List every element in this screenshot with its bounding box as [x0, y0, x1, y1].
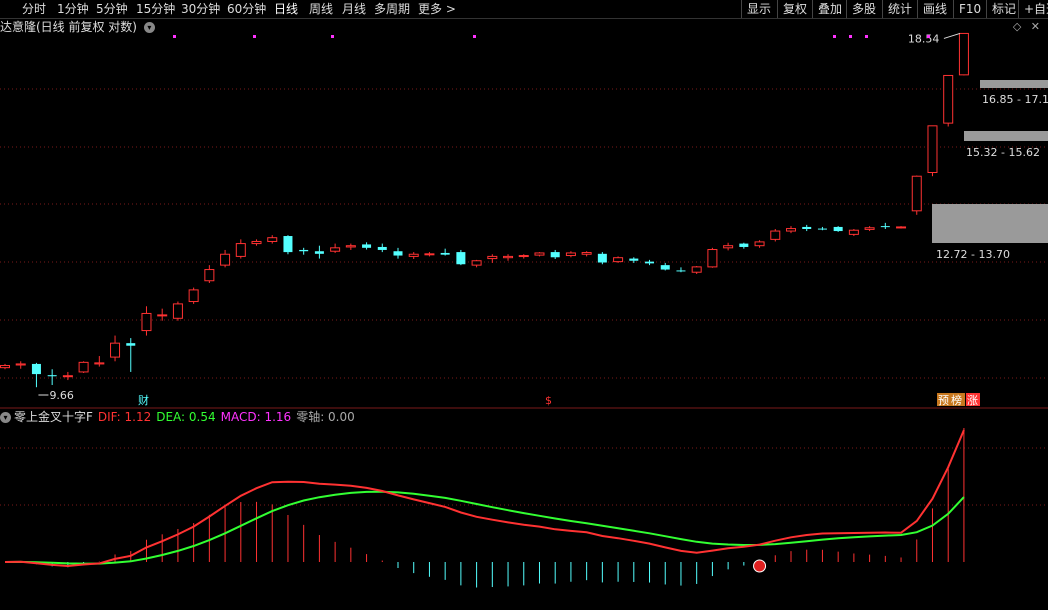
price-zone-2 — [980, 80, 1048, 88]
candle-body-29 — [456, 252, 466, 265]
marker-dollar: $ — [545, 394, 552, 407]
candle-body-32 — [503, 255, 514, 259]
candle-body-23 — [362, 244, 372, 248]
candle-body-0 — [0, 365, 10, 369]
indicator-collapse-icon[interactable]: ▾ — [0, 412, 11, 423]
zero-axis-label: 零轴: 0.00 — [296, 410, 355, 424]
candle-body-27 — [424, 253, 435, 256]
candle-body-57 — [896, 226, 907, 229]
indicator-title: ▾ 零上金叉十字F DIF: 1.12 DEA: 0.54 MACD: 1.16 零轴: … — [0, 409, 355, 425]
candle-body-17 — [267, 237, 278, 242]
candle-body-2 — [31, 363, 41, 375]
marker-bang: 榜 — [951, 393, 962, 407]
candle-body-14 — [220, 253, 231, 266]
candle-body-35 — [550, 252, 560, 258]
candle-body-20 — [314, 251, 324, 254]
candle-body-10 — [157, 314, 168, 317]
dif-label: DIF: 1.12 — [97, 410, 152, 424]
golden-cross-icon — [753, 559, 767, 573]
signal-dot-2 — [331, 35, 334, 38]
candle-body-6 — [94, 362, 105, 365]
candle-body-40 — [629, 258, 639, 261]
candle-body-13 — [204, 269, 215, 282]
candle-body-31 — [487, 255, 498, 260]
candle-body-18 — [283, 236, 293, 253]
price-zone-label-1: 15.32 - 15.62 — [966, 146, 1040, 159]
low-price-label: 9.66 — [49, 389, 74, 402]
candle-body-42 — [660, 265, 670, 270]
signal-dot-0 — [173, 35, 176, 38]
candle-body-54 — [848, 229, 859, 235]
candle-body-9 — [141, 312, 152, 332]
signal-dot-3 — [473, 35, 476, 38]
candle-body-43 — [676, 270, 686, 272]
candle-body-11 — [172, 303, 183, 319]
candle-body-3 — [47, 375, 57, 377]
candle-body-56 — [880, 226, 890, 228]
candle-body-59 — [927, 125, 938, 174]
candle-body-22 — [345, 245, 356, 248]
candle-body-44 — [691, 266, 702, 273]
candle-body-21 — [330, 247, 341, 252]
candle-body-41 — [645, 261, 655, 264]
macd-label: MACD: 1.16 — [220, 410, 292, 424]
candle-body-19 — [299, 249, 309, 252]
marker-yu: 预 — [938, 394, 949, 407]
candle-body-37 — [581, 252, 592, 255]
candle-body-30 — [471, 260, 482, 266]
candle-body-49 — [770, 230, 781, 240]
candle-body-25 — [393, 251, 403, 256]
price-zone-label-2: 16.85 - 17.1 — [982, 93, 1048, 106]
high-price-pointer — [943, 32, 961, 39]
signal-dot-4 — [833, 35, 836, 38]
candle-body-39 — [613, 257, 624, 263]
candle-body-51 — [802, 226, 812, 229]
chart-canvas: 12.72 - 13.70 15.32 - 15.62 16.85 - 17.1 9.… — [0, 32, 1048, 588]
candle-body-15 — [235, 243, 246, 257]
high-price-label: 18.54 — [908, 32, 940, 45]
candle-body-26 — [408, 253, 419, 257]
candle-body-8 — [126, 343, 136, 346]
signal-dot-6 — [865, 35, 868, 38]
candle-body-34 — [534, 252, 545, 256]
candle-body-48 — [754, 241, 765, 247]
signal-dot-1 — [253, 35, 256, 38]
candle-body-45 — [707, 249, 718, 268]
marker-zhang: 涨 — [967, 394, 978, 407]
candle-body-12 — [188, 289, 199, 303]
candle-body-28 — [440, 252, 450, 255]
signal-dot-5 — [849, 35, 852, 38]
dea-label: DEA: 0.54 — [156, 410, 216, 424]
indicator-name: 零上金叉十字F — [14, 410, 93, 424]
signal-dot-7 — [927, 35, 930, 38]
candle-body-55 — [864, 227, 875, 230]
candle-body-60 — [943, 74, 954, 124]
candle-body-52 — [817, 228, 827, 230]
price-zone-label-0: 12.72 - 13.70 — [936, 248, 1010, 261]
candle-body-50 — [786, 228, 796, 232]
price-zone-0 — [932, 204, 1048, 243]
candle-body-1 — [15, 363, 26, 366]
candle-body-46 — [723, 245, 734, 249]
dif-line — [4, 429, 965, 568]
price-zone-1 — [964, 131, 1048, 141]
candle-body-4 — [62, 375, 73, 378]
candle-body-5 — [78, 361, 89, 373]
candle-body-47 — [739, 243, 749, 247]
marker-cai: 财 — [138, 393, 149, 407]
candle-body-24 — [377, 246, 387, 250]
dea-line — [4, 490, 965, 565]
candle-body-36 — [565, 252, 576, 257]
candle-body-16 — [251, 240, 262, 245]
candle-body-38 — [597, 253, 607, 263]
candle-body-7 — [110, 342, 121, 358]
candle-body-58 — [911, 175, 922, 212]
candle-body-33 — [518, 255, 529, 258]
candle-body-53 — [833, 226, 843, 232]
candle-body-61 — [958, 32, 969, 76]
